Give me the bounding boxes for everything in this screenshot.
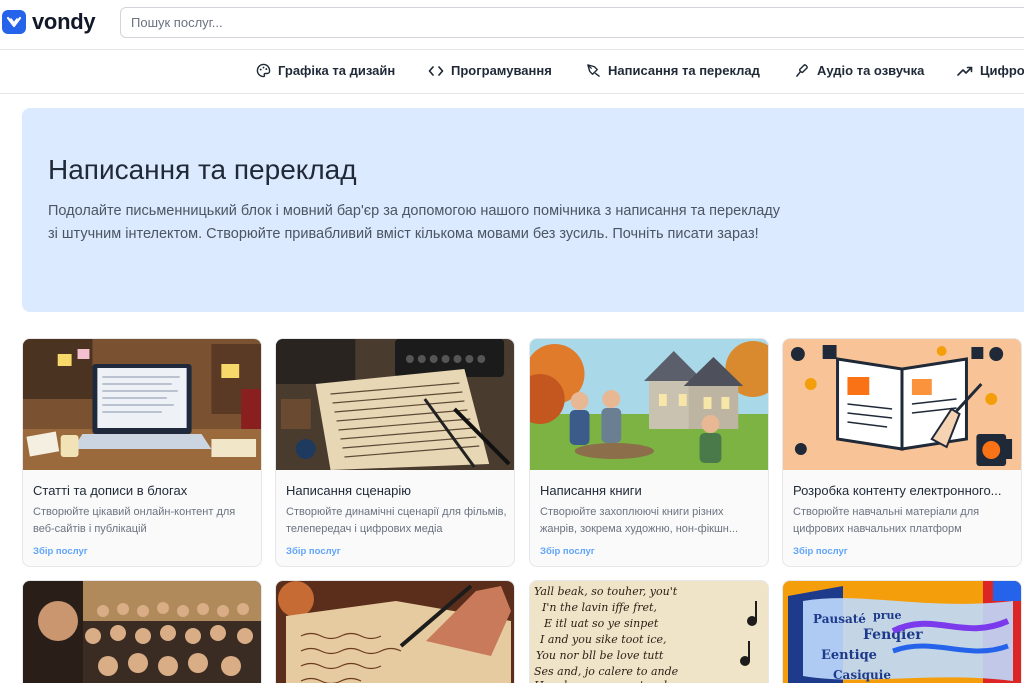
svg-text:Eentiqe: Eentiqe (821, 648, 877, 663)
pen-nib-icon (587, 64, 600, 77)
category-label: Аудіо та озвучка (817, 63, 925, 78)
microphone-icon (796, 64, 808, 77)
card-image-song-lyrics: Yall beak, so touher, you't I'n the lavi… (530, 581, 768, 683)
card-services-link[interactable]: Збір послуг (540, 546, 595, 557)
category-label: Цифро (980, 63, 1024, 78)
card-image-typewriter-manuscript (276, 339, 514, 470)
category-writing-translation[interactable]: Написання та переклад (586, 63, 760, 78)
category-label: Програмування (451, 63, 552, 78)
hero-description: Подолайте письменницький блок і мовний б… (48, 203, 780, 242)
svg-text:You nor bll be love tutt: You nor bll be love tutt (536, 649, 664, 662)
top-header: vondy (0, 0, 1024, 46)
service-card-row2-4[interactable]: Pausaté prue Fenqier Eentiqe Casiquie (782, 580, 1022, 683)
category-label: Написання та переклад (608, 63, 760, 78)
category-audio-voice[interactable]: Аудіо та озвучка (795, 63, 924, 78)
svg-text:Yall beak, so touher, you't: Yall beak, so touher, you't (534, 585, 678, 598)
card-services-link[interactable]: Збір послуг (286, 546, 341, 557)
trend-up-icon (957, 66, 973, 76)
svg-text:He a be your you at yadg: He a be your you at yadg (533, 679, 674, 683)
card-title: Написання книги (540, 483, 642, 498)
card-image-multilingual-words: Pausaté prue Fenqier Eentiqe Casiquie (783, 581, 1021, 683)
service-card-book-writing[interactable]: Написання книги Створюйте захоплюючі кни… (529, 338, 769, 567)
category-graphics-design[interactable]: Графіка та дизайн (256, 63, 395, 78)
service-card-row2-2[interactable] (275, 580, 515, 683)
svg-text:prue: prue (873, 609, 901, 622)
search-input[interactable] (121, 8, 1024, 37)
card-title: Написання сценарію (286, 483, 411, 498)
category-nav: Графіка та дизайн Програмування Написанн… (0, 49, 1024, 94)
service-card-script-writing[interactable]: Написання сценарію Створюйте динамічні с… (275, 338, 515, 567)
search-box[interactable] (120, 7, 1024, 38)
svg-text:E itl uat so ye sinpet: E itl uat so ye sinpet (543, 617, 659, 630)
card-title: Статті та дописи в блогах (33, 483, 188, 498)
card-services-link[interactable]: Збір послуг (793, 546, 848, 557)
card-description: Створюйте навчальні матеріали для цифров… (793, 506, 980, 535)
service-card-elearning-content[interactable]: Розробка контенту електронного... Створю… (782, 338, 1022, 567)
card-image-crowd-audience (23, 581, 261, 683)
hero-banner: Написання та переклад Подолайте письменн… (22, 108, 1024, 312)
vondy-logo-icon (2, 10, 26, 34)
svg-text:I'n the lavin iffe fret,: I'n the lavin iffe fret, (541, 601, 657, 614)
card-title: Розробка контенту електронного... (793, 483, 1002, 498)
svg-text:I and you sike toot ice,: I and you sike toot ice, (539, 633, 667, 646)
category-programming[interactable]: Програмування (428, 63, 552, 78)
svg-text:Casiquie: Casiquie (833, 668, 891, 682)
card-description: Створюйте цікавий онлайн-контент для веб… (33, 506, 236, 535)
card-services-link[interactable]: Збір послуг (33, 546, 88, 557)
code-icon (428, 65, 444, 76)
svg-text:Ses and, jo calere to ande: Ses and, jo calere to ande (534, 665, 679, 678)
palette-icon (256, 63, 271, 78)
brand-name: vondy (32, 9, 96, 34)
card-description: Створюйте динамічні сценарії для фільмів… (286, 506, 507, 535)
service-card-blog-articles[interactable]: Статті та дописи в блогах Створюйте ціка… (22, 338, 262, 567)
category-label: Графіка та дизайн (278, 63, 396, 78)
page-title: Написання та переклад (48, 154, 357, 185)
card-image-village-scene (530, 339, 768, 470)
card-image-open-book-illustration (783, 339, 1021, 470)
card-image-handwriting-pen (276, 581, 514, 683)
service-card-row2-3[interactable]: Yall beak, so touher, you't I'n the lavi… (529, 580, 769, 683)
service-card-row2-1[interactable] (22, 580, 262, 683)
svg-text:Pausaté: Pausaté (813, 612, 866, 626)
card-image-laptop-desk (23, 339, 261, 470)
card-description: Створюйте захоплюючі книги різних жанрів… (540, 506, 739, 535)
category-digital[interactable]: Цифро (957, 63, 1024, 78)
brand-logo[interactable]: vondy (2, 9, 96, 35)
